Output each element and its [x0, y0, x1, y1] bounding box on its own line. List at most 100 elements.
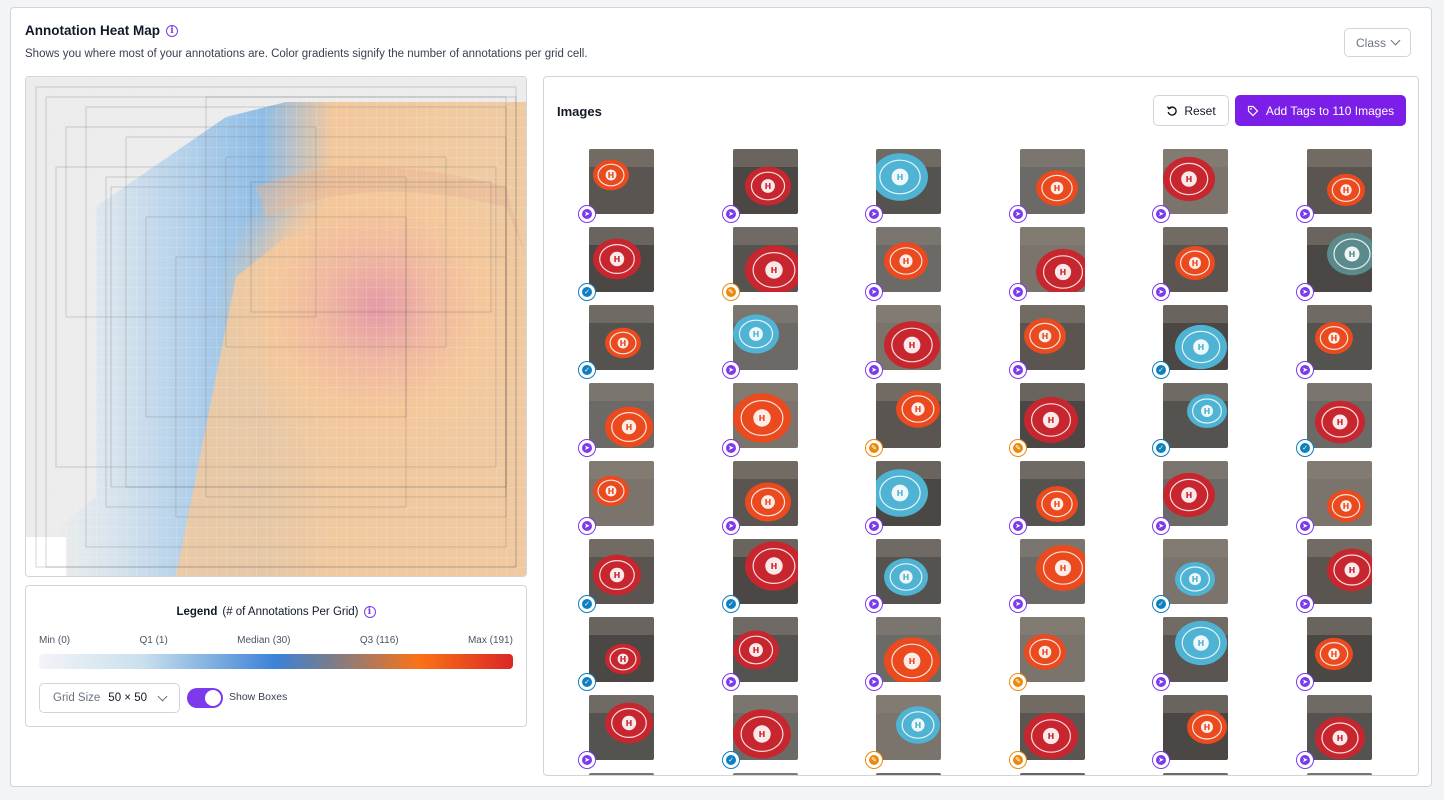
svg-text:H: H: [759, 730, 766, 739]
shield-badge-icon: ✓: [578, 361, 596, 379]
image-thumbnail[interactable]: H: [1307, 383, 1372, 448]
svg-text:H: H: [771, 562, 778, 571]
image-thumbnail[interactable]: H: [733, 461, 798, 526]
image-thumbnail[interactable]: H: [1307, 461, 1372, 526]
run-badge-icon: ➤: [1009, 205, 1027, 223]
image-thumbnail[interactable]: H: [589, 617, 654, 682]
svg-text:H: H: [1054, 500, 1061, 509]
svg-text:H: H: [765, 498, 772, 507]
image-thumbnail[interactable]: H: [876, 383, 941, 448]
image-thumbnail[interactable]: H: [589, 539, 654, 604]
image-thumbnail[interactable]: H: [1163, 539, 1228, 604]
image-thumbnail[interactable]: H: [589, 461, 654, 526]
image-thumbnail[interactable]: H: [733, 617, 798, 682]
run-badge-icon: ➤: [1152, 283, 1170, 301]
svg-text:H: H: [614, 255, 621, 264]
svg-text:H: H: [1192, 575, 1199, 584]
grid-size-value: 50 × 50: [108, 692, 147, 704]
image-thumbnail[interactable]: H: [1163, 773, 1228, 775]
legend-quartile-labels: Min (0) Q1 (1) Median (30) Q3 (116) Max …: [39, 635, 513, 646]
show-boxes-toggle[interactable]: [187, 688, 223, 708]
legend-title: Legend (# of Annotations Per Grid) i: [26, 606, 526, 618]
image-thumbnail[interactable]: H: [589, 305, 654, 370]
image-thumbnail[interactable]: H: [876, 461, 941, 526]
image-thumbnail[interactable]: H: [733, 695, 798, 760]
svg-text:H: H: [626, 423, 633, 432]
svg-text:H: H: [608, 171, 615, 180]
image-thumbnail[interactable]: H: [1020, 539, 1085, 604]
run-badge-icon: ➤: [865, 517, 883, 535]
page-title-text: Annotation Heat Map: [25, 23, 160, 38]
reset-button[interactable]: Reset: [1153, 95, 1229, 126]
info-icon[interactable]: i: [363, 606, 376, 618]
image-thumbnail[interactable]: H: [589, 149, 654, 214]
image-thumbnail[interactable]: H: [733, 227, 798, 292]
image-thumbnail[interactable]: H: [733, 383, 798, 448]
run-badge-icon: ➤: [1296, 595, 1314, 613]
add-tags-button[interactable]: Add Tags to 110 Images: [1235, 95, 1406, 126]
svg-text:H: H: [765, 182, 772, 191]
svg-text:H: H: [1337, 734, 1344, 743]
class-dropdown[interactable]: Class: [1344, 28, 1411, 57]
image-thumbnail[interactable]: H: [1163, 383, 1228, 448]
image-thumbnail[interactable]: H: [1020, 227, 1085, 292]
image-thumbnail[interactable]: H: [876, 149, 941, 214]
image-thumbnail[interactable]: H: [876, 305, 941, 370]
image-thumbnail[interactable]: H: [1163, 305, 1228, 370]
run-badge-icon: ➤: [1009, 283, 1027, 301]
image-thumbnail[interactable]: H: [1163, 227, 1228, 292]
image-thumbnail[interactable]: H: [1020, 461, 1085, 526]
run-badge-icon: ➤: [1296, 205, 1314, 223]
image-thumbnail[interactable]: H: [1020, 773, 1085, 775]
run-badge-icon: ➤: [1296, 517, 1314, 535]
image-thumbnail[interactable]: H: [1020, 305, 1085, 370]
image-thumbnail[interactable]: H: [1163, 461, 1228, 526]
image-thumbnail[interactable]: H: [1163, 149, 1228, 214]
image-thumbnail[interactable]: H: [733, 539, 798, 604]
image-thumbnail[interactable]: H: [1307, 539, 1372, 604]
image-thumbnail[interactable]: H: [876, 773, 941, 775]
grid-size-dropdown[interactable]: Grid Size 50 × 50: [39, 683, 180, 713]
image-thumbnail[interactable]: H: [589, 227, 654, 292]
run-badge-icon: ➤: [1296, 751, 1314, 769]
svg-text:H: H: [1349, 250, 1356, 259]
image-thumbnail[interactable]: H: [1020, 617, 1085, 682]
pencil-badge-icon: ✎: [1009, 673, 1027, 691]
image-thumbnail[interactable]: H: [1020, 383, 1085, 448]
svg-text:H: H: [1204, 723, 1211, 732]
legend-gradient-bar: [39, 654, 513, 669]
svg-text:H: H: [759, 414, 766, 423]
image-thumbnail[interactable]: H: [1163, 617, 1228, 682]
image-thumbnail[interactable]: H: [733, 149, 798, 214]
image-thumbnail[interactable]: H: [876, 695, 941, 760]
run-badge-icon: ➤: [1152, 751, 1170, 769]
image-thumbnail[interactable]: H: [589, 383, 654, 448]
image-thumbnail[interactable]: H: [1307, 305, 1372, 370]
image-thumbnail[interactable]: H: [589, 695, 654, 760]
info-icon[interactable]: i: [166, 24, 178, 37]
svg-text:H: H: [903, 257, 910, 266]
image-thumbnail[interactable]: H: [1163, 695, 1228, 760]
image-thumbnail[interactable]: H: [1020, 695, 1085, 760]
image-thumbnail[interactable]: H: [1307, 773, 1372, 775]
image-thumbnail[interactable]: H: [876, 539, 941, 604]
run-badge-icon: ➤: [1009, 517, 1027, 535]
image-thumbnail[interactable]: H: [1307, 149, 1372, 214]
image-thumbnail[interactable]: H: [876, 617, 941, 682]
svg-text:H: H: [1343, 186, 1350, 195]
image-thumbnail[interactable]: H: [733, 773, 798, 775]
svg-text:H: H: [1198, 343, 1205, 352]
image-thumbnail[interactable]: H: [1307, 227, 1372, 292]
image-thumbnail[interactable]: H: [1307, 617, 1372, 682]
image-thumbnail[interactable]: H: [1307, 695, 1372, 760]
image-thumbnail[interactable]: H: [733, 305, 798, 370]
image-thumbnail[interactable]: H: [1020, 149, 1085, 214]
svg-text:H: H: [753, 646, 760, 655]
run-badge-icon: ➤: [1296, 283, 1314, 301]
pencil-badge-icon: ✎: [865, 439, 883, 457]
heatmap-canvas[interactable]: [25, 76, 527, 577]
svg-text:H: H: [1198, 639, 1205, 648]
image-thumbnail[interactable]: H: [589, 773, 654, 775]
svg-text:H: H: [909, 657, 916, 666]
image-thumbnail[interactable]: H: [876, 227, 941, 292]
